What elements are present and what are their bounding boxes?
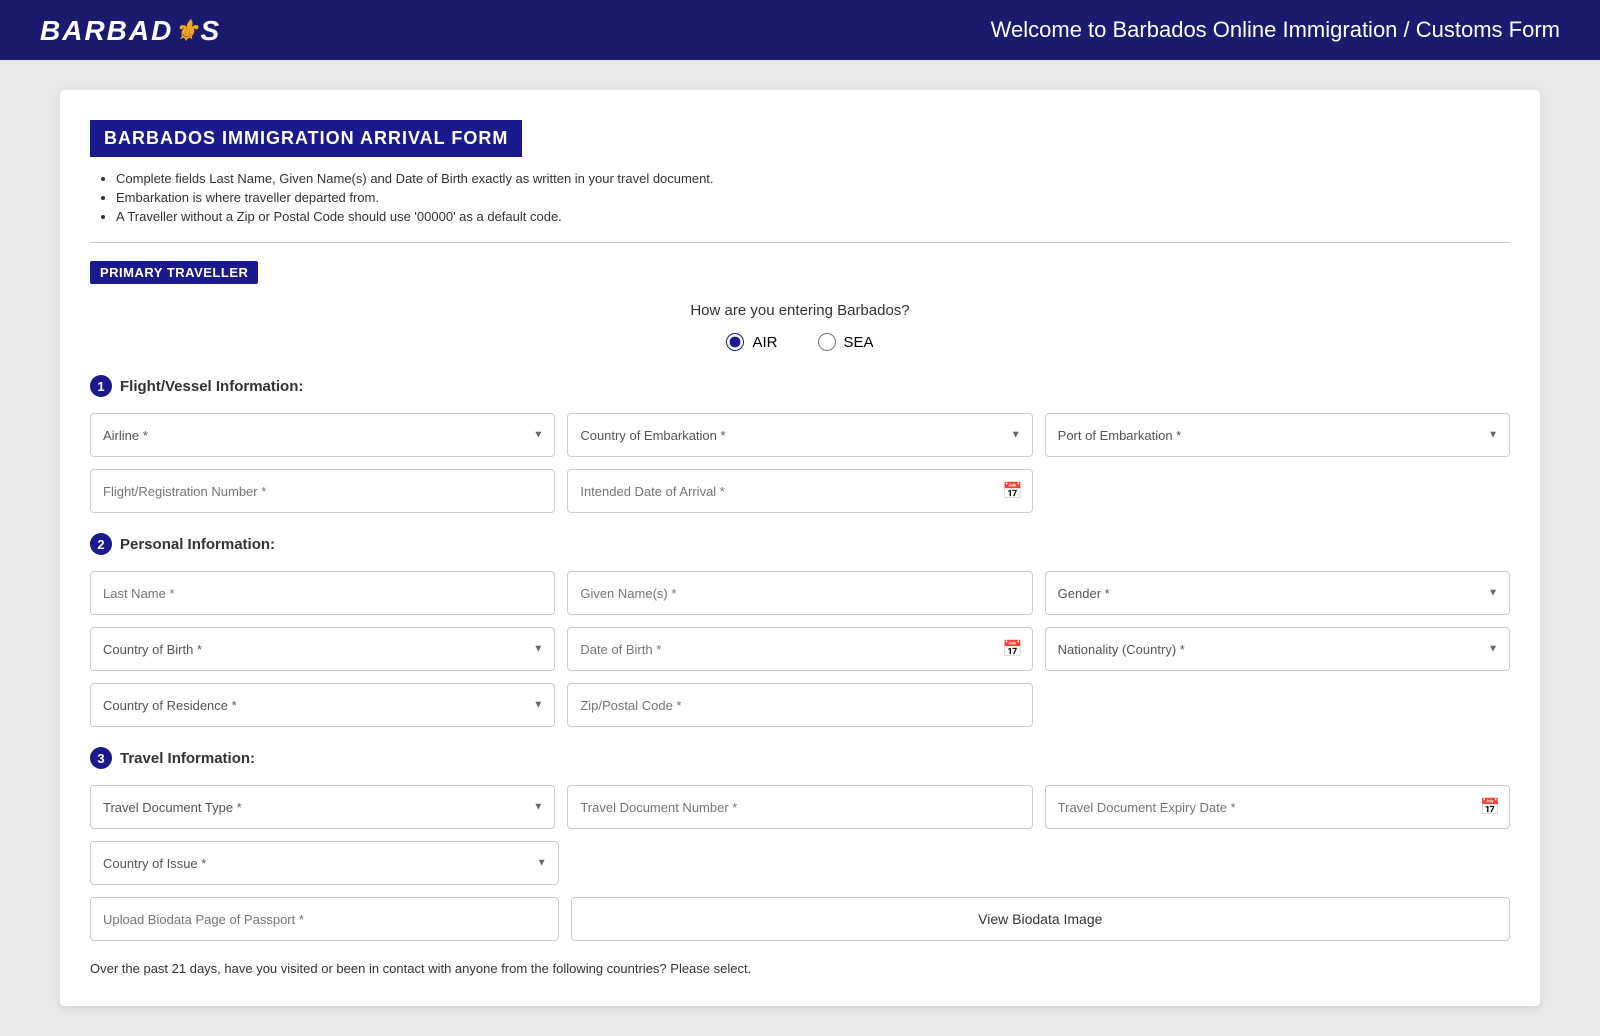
form-title: BARBADOS IMMIGRATION ARRIVAL FORM (90, 120, 522, 157)
upload-biodata-field (90, 897, 559, 941)
instruction-3: A Traveller without a Zip or Postal Code… (116, 209, 1510, 224)
gender-select[interactable]: Gender * (1045, 571, 1510, 615)
doc-number-input[interactable] (567, 785, 1032, 829)
zip-postal-field (567, 683, 1032, 727)
radio-air-label[interactable]: AIR (726, 333, 777, 351)
section-travel-header: 3 Travel Information: (90, 747, 1510, 769)
header-title: Welcome to Barbados Online Immigration /… (991, 17, 1560, 43)
zip-postal-input[interactable] (567, 683, 1032, 727)
nationality-field: Nationality (Country) * (1045, 627, 1510, 671)
port-embarkation-select[interactable]: Port of Embarkation * (1045, 413, 1510, 457)
section-flight-title: Flight/Vessel Information: (120, 378, 303, 395)
country-birth-field: Country of Birth * (90, 627, 555, 671)
country-embarkation-field: Country of Embarkation * (567, 413, 1032, 457)
footer-question: Over the past 21 days, have you visited … (90, 961, 1510, 976)
radio-air[interactable] (726, 333, 744, 351)
given-names-field (567, 571, 1032, 615)
flight-row-2: 📅 (90, 469, 1510, 513)
country-residence-select[interactable]: Country of Residence * (90, 683, 555, 727)
country-residence-field: Country of Residence * (90, 683, 555, 727)
country-birth-select[interactable]: Country of Birth * (90, 627, 555, 671)
section-travel-number: 3 (90, 747, 112, 769)
doc-number-field (567, 785, 1032, 829)
radio-air-text: AIR (752, 334, 777, 351)
section-personal-title: Personal Information: (120, 536, 275, 553)
upload-biodata-input[interactable] (90, 897, 559, 941)
arrival-date-field: 📅 (567, 469, 1032, 513)
entry-mode-group: AIR SEA (90, 333, 1510, 351)
given-names-input[interactable] (567, 571, 1032, 615)
calendar-icon: 📅 (1003, 481, 1023, 501)
view-biodata-field: View Biodata Image (571, 897, 1510, 941)
doc-type-select[interactable]: Travel Document Type * (90, 785, 555, 829)
page-body: BARBADOS IMMIGRATION ARRIVAL FORM Comple… (0, 60, 1600, 1036)
section-flight: 1 Flight/Vessel Information: Airline * C… (90, 375, 1510, 513)
doc-type-field: Travel Document Type * (90, 785, 555, 829)
trident-icon: ⚜ (173, 14, 200, 47)
section-flight-number: 1 (90, 375, 112, 397)
page-header: BARBAD⚜S Welcome to Barbados Online Immi… (0, 0, 1600, 60)
arrival-date-input[interactable] (567, 469, 1032, 513)
entry-question: How are you entering Barbados? (90, 302, 1510, 319)
airline-select[interactable]: Airline * (90, 413, 555, 457)
last-name-field (90, 571, 555, 615)
primary-traveller-label: PRIMARY TRAVELLER (90, 261, 258, 284)
personal-row-1: Gender * (90, 571, 1510, 615)
gender-field: Gender * (1045, 571, 1510, 615)
calendar-icon-expiry: 📅 (1480, 797, 1500, 817)
section-travel: 3 Travel Information: Travel Document Ty… (90, 747, 1510, 941)
section-personal-number: 2 (90, 533, 112, 555)
radio-sea-label[interactable]: SEA (818, 333, 874, 351)
nationality-select[interactable]: Nationality (Country) * (1045, 627, 1510, 671)
section-personal-header: 2 Personal Information: (90, 533, 1510, 555)
country-issue-field: Country of Issue * (90, 841, 559, 885)
date-birth-field: 📅 (567, 627, 1032, 671)
calendar-icon-dob: 📅 (1003, 639, 1023, 659)
port-embarkation-field: Port of Embarkation * (1045, 413, 1510, 457)
flight-row-1: Airline * Country of Embarkation * Port … (90, 413, 1510, 457)
country-issue-select[interactable]: Country of Issue * (90, 841, 559, 885)
view-biodata-button[interactable]: View Biodata Image (571, 897, 1510, 941)
flight-number-input[interactable] (90, 469, 555, 513)
personal-row-2: Country of Birth * 📅 Nationality (Countr… (90, 627, 1510, 671)
travel-row-3: View Biodata Image (90, 897, 1510, 941)
radio-sea-text: SEA (844, 334, 874, 351)
section-travel-title: Travel Information: (120, 750, 255, 767)
form-container: BARBADOS IMMIGRATION ARRIVAL FORM Comple… (60, 90, 1540, 1006)
travel-row-1: Travel Document Type * 📅 (90, 785, 1510, 829)
date-birth-input[interactable] (567, 627, 1032, 671)
section-flight-header: 1 Flight/Vessel Information: (90, 375, 1510, 397)
country-embarkation-select[interactable]: Country of Embarkation * (567, 413, 1032, 457)
instruction-2: Embarkation is where traveller departed … (116, 190, 1510, 205)
divider-top (90, 242, 1510, 243)
section-personal: 2 Personal Information: Gender * (90, 533, 1510, 727)
doc-expiry-field: 📅 (1045, 785, 1510, 829)
last-name-input[interactable] (90, 571, 555, 615)
instructions-list: Complete fields Last Name, Given Name(s)… (90, 171, 1510, 224)
travel-row-2: Country of Issue * (90, 841, 1510, 885)
radio-sea[interactable] (818, 333, 836, 351)
airline-field: Airline * (90, 413, 555, 457)
flight-number-field (90, 469, 555, 513)
personal-row-3: Country of Residence * (90, 683, 1510, 727)
barbados-logo: BARBAD⚜S (40, 14, 221, 47)
doc-expiry-input[interactable] (1045, 785, 1510, 829)
instruction-1: Complete fields Last Name, Given Name(s)… (116, 171, 1510, 186)
